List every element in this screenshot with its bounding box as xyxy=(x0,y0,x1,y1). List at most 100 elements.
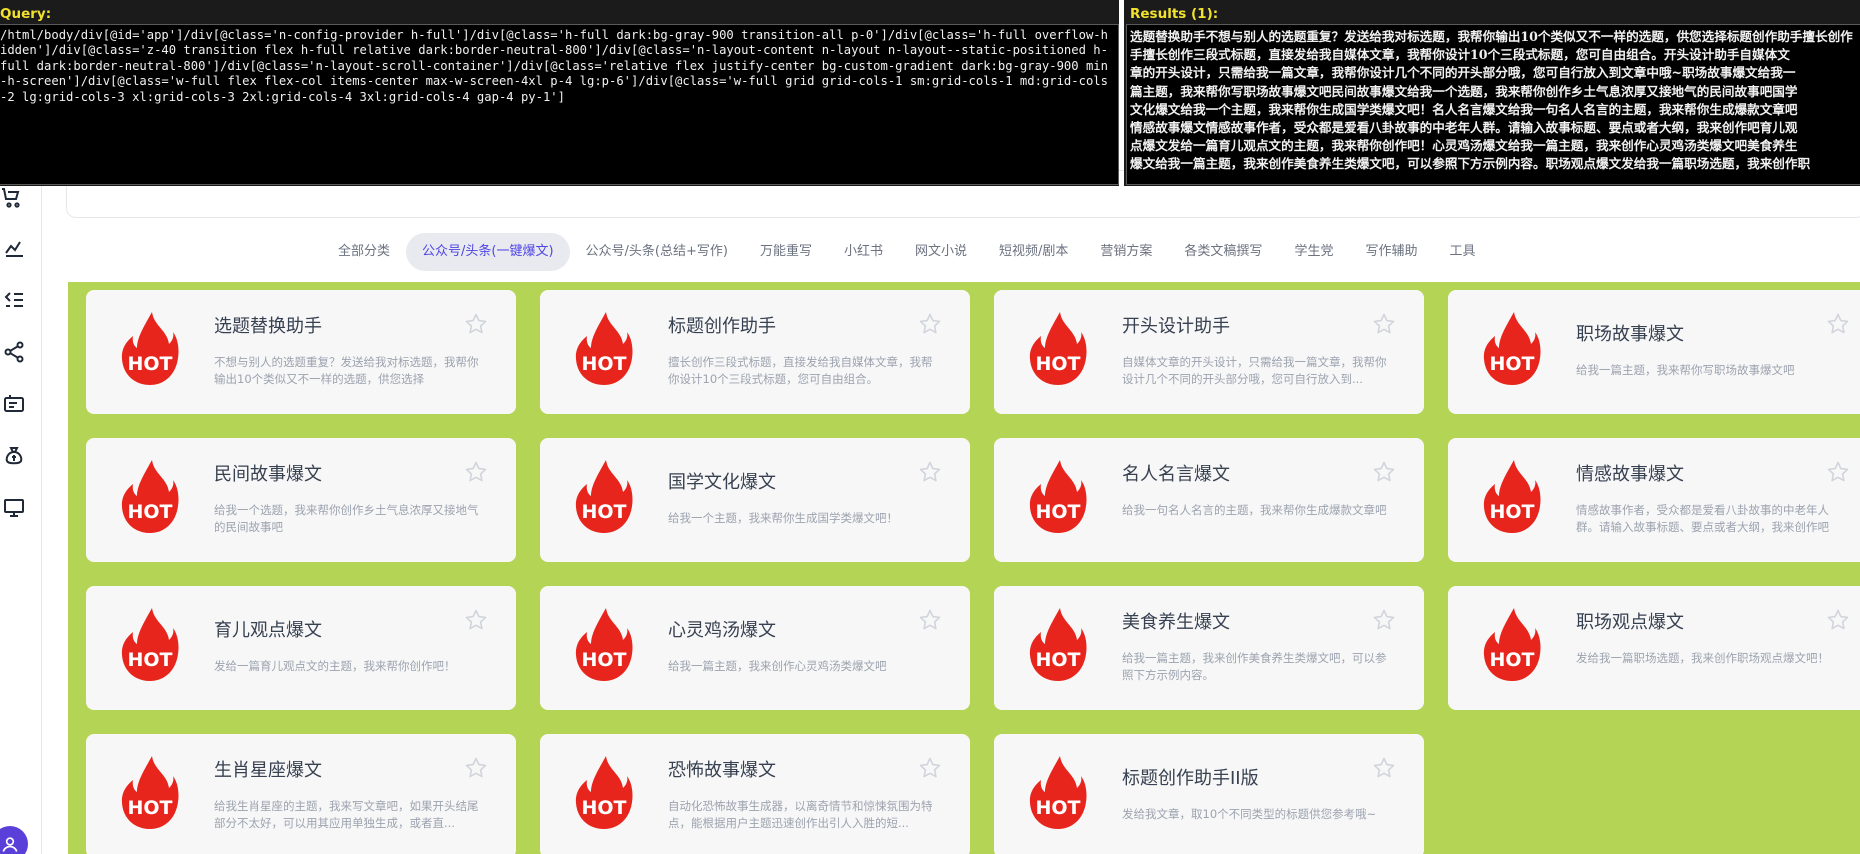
app-card-13[interactable]: HOT 恐怖故事爆文 自动化恐怖故事生成器，以离奇情节和惊悚氛围为特点，能根据用… xyxy=(540,734,970,854)
star-icon[interactable] xyxy=(464,608,488,632)
app-card-2[interactable]: HOT 开头设计助手 自媒体文章的开头设计，只需给我一篇文章，我帮你设计几个不同… xyxy=(994,290,1424,414)
tab-7[interactable]: 营销方案 xyxy=(1084,233,1168,271)
hot-fire-icon: HOT xyxy=(575,460,633,533)
card-title: 职场观点爆文 xyxy=(1576,612,1684,633)
results-line: 篇主题，我来帮你写职场故事爆文吧民间故事爆文给我一个选题，我来帮你创作乡土气息浓… xyxy=(1130,83,1798,99)
card-title: 情感故事爆文 xyxy=(1576,464,1684,485)
hot-fire-icon: HOT xyxy=(1029,312,1087,385)
tab-11[interactable]: 工具 xyxy=(1433,233,1491,271)
card-title: 标题创作助手 xyxy=(668,316,776,337)
user-icon xyxy=(2,837,18,852)
card-description: 情感故事作者，受众都是爱看八卦故事的中老年人群。请输入故事标题、要点或者大纲，我… xyxy=(1576,503,1829,534)
cart-icon[interactable] xyxy=(0,184,28,212)
star-icon[interactable] xyxy=(1372,460,1396,484)
app-card-6[interactable]: HOT 名人名言爆文 给我一句名人名言的主题，我来帮你生成爆款文章吧 xyxy=(994,438,1424,562)
share-icon[interactable] xyxy=(0,338,28,366)
list-icon[interactable] xyxy=(0,286,28,314)
hot-badge-text: HOT xyxy=(581,797,626,819)
star-icon[interactable] xyxy=(1372,756,1396,780)
tab-6[interactable]: 短视频/剧本 xyxy=(983,233,1084,271)
hot-fire-icon: HOT xyxy=(121,460,179,533)
star-icon[interactable] xyxy=(1372,608,1396,632)
hot-badge-text: HOT xyxy=(127,353,172,375)
hot-badge-text: HOT xyxy=(1035,649,1080,671)
app-card-3[interactable]: HOT 职场故事爆文 给我一篇主题，我来帮你写职场故事爆文吧 xyxy=(1448,290,1860,414)
money-bag-icon[interactable] xyxy=(0,442,28,470)
hot-badge-text: HOT xyxy=(1035,353,1080,375)
tab-9[interactable]: 学生党 xyxy=(1278,233,1349,271)
card-description: 给我生肖星座的主题，我来写文章吧，如果开头结尾部分不太好，可以用其应用单独生成，… xyxy=(214,799,479,830)
hot-badge-text: HOT xyxy=(581,353,626,375)
app-card-9[interactable]: HOT 心灵鸡汤爆文 给我一篇主题，我来创作心灵鸡汤类爆文吧 xyxy=(540,586,970,710)
star-icon[interactable] xyxy=(918,460,942,484)
tab-0[interactable]: 全部分类 xyxy=(322,233,406,271)
hot-fire-icon: HOT xyxy=(1029,608,1087,681)
results-text: 选题替换助手不想与别人的选题重复？发送给我对标选题，我帮你输出10个类似又不一样… xyxy=(1130,28,1860,174)
tab-3[interactable]: 万能重写 xyxy=(744,233,828,271)
app-card-10[interactable]: HOT 美食养生爆文 给我一篇主题，我来创作美食养生类爆文吧，可以参照下方示例内… xyxy=(994,586,1424,710)
app-card-1[interactable]: HOT 标题创作助手 擅长创作三段式标题，直接发给我自媒体文章，我帮你设计10个… xyxy=(540,290,970,414)
ticket-icon[interactable] xyxy=(0,390,28,418)
monitor-icon[interactable] xyxy=(0,494,28,522)
app-card-0[interactable]: HOT 选题替换助手 不想与别人的选题重复？发送给我对标选题，我帮你输出10个类… xyxy=(86,290,516,414)
hot-badge-text: HOT xyxy=(581,649,626,671)
hot-badge-text: HOT xyxy=(127,797,172,819)
star-icon[interactable] xyxy=(1372,312,1396,336)
hot-fire-icon: HOT xyxy=(1483,608,1541,681)
card-description: 发给我文章，取10个不同类型的标题供您参考哦~ xyxy=(1122,807,1377,821)
chart-icon[interactable] xyxy=(0,234,28,262)
hot-badge-text: HOT xyxy=(1489,353,1534,375)
card-title: 名人名言爆文 xyxy=(1122,464,1230,485)
app-card-8[interactable]: HOT 育儿观点爆文 发给一篇育儿观点文的主题，我来帮你创作吧！ xyxy=(86,586,516,710)
results-line: 文化爆文给我一个主题，我来帮你生成国学类爆文吧！名人名言爆文给我一句名人名言的主… xyxy=(1130,101,1798,117)
card-title: 恐怖故事爆文 xyxy=(668,760,776,781)
card-description: 给我一篇主题，我来帮你写职场故事爆文吧 xyxy=(1576,363,1795,377)
card-title: 职场故事爆文 xyxy=(1576,324,1684,345)
hot-badge-text: HOT xyxy=(1489,501,1534,523)
category-tabs: 全部分类 公众号/头条(一键爆文) 公众号/头条(总结+写作) 万能重写 小红书 网文小说… xyxy=(322,233,1491,271)
hot-fire-icon: HOT xyxy=(1483,460,1541,533)
hot-badge-text: HOT xyxy=(581,501,626,523)
results-line: 情感故事爆文情感故事作者，受众都是爱看八卦故事的中老年人群。请输入故事标题、要点… xyxy=(1130,120,1798,136)
results-line: 爆文给我一篇主题，我来创作美食养生类爆文吧，可以参照下方示例内容。职场观点爆文发… xyxy=(1130,156,1811,172)
user-avatar[interactable] xyxy=(0,826,28,854)
tab-8[interactable]: 各类文稿撰写 xyxy=(1168,233,1278,271)
hot-badge-text: HOT xyxy=(1035,501,1080,523)
app-card-5[interactable]: HOT 国学文化爆文 给我一个主题，我来帮你生成国学类爆文吧！ xyxy=(540,438,970,562)
app-card-grid: HOT 选题替换助手 不想与别人的选题重复？发送给我对标选题，我帮你输出10个类… xyxy=(68,282,1860,854)
tab-2[interactable]: 公众号/头条(总结+写作) xyxy=(570,233,744,271)
results-panel: Results (1): 选题替换助手不想与别人的选题重复？发送给我对标选题，我… xyxy=(1124,0,1860,186)
app-card-7[interactable]: HOT 情感故事爆文 情感故事作者，受众都是爱看八卦故事的中老年人群。请输入故事… xyxy=(1448,438,1860,562)
card-description: 给我一个主题，我来帮你生成国学类爆文吧！ xyxy=(668,511,898,525)
app-card-11[interactable]: HOT 职场观点爆文 发给我一篇职场选题，我来创作职场观点爆文吧！ xyxy=(1448,586,1860,710)
card-description: 擅长创作三段式标题，直接发给我自媒体文章，我帮你设计10个三段式标题，您可自由组… xyxy=(668,355,933,386)
star-icon[interactable] xyxy=(464,312,488,336)
app-card-12[interactable]: HOT 生肖星座爆文 给我生肖星座的主题，我来写文章吧，如果开头结尾部分不太好，… xyxy=(86,734,516,854)
tab-1[interactable]: 公众号/头条(一键爆文) xyxy=(406,233,570,271)
query-text: /html/body/div[@id='app']/div[@class='n-… xyxy=(0,28,1108,104)
star-icon[interactable] xyxy=(464,460,488,484)
hot-fire-icon: HOT xyxy=(121,756,179,829)
results-label: Results (1): xyxy=(1130,6,1219,22)
star-icon[interactable] xyxy=(918,608,942,632)
star-icon[interactable] xyxy=(1826,312,1850,336)
card-title: 标题创作助手II版 xyxy=(1122,768,1259,789)
tab-5[interactable]: 网文小说 xyxy=(899,233,983,271)
star-icon[interactable] xyxy=(918,312,942,336)
star-icon[interactable] xyxy=(1826,460,1850,484)
card-title: 美食养生爆文 xyxy=(1122,612,1230,633)
app-card-14[interactable]: HOT 标题创作助手II版 发给我文章，取10个不同类型的标题供您参考哦~ xyxy=(994,734,1424,854)
hot-badge-text: HOT xyxy=(127,649,172,671)
tab-10[interactable]: 写作辅助 xyxy=(1349,233,1433,271)
hot-badge-text: HOT xyxy=(127,501,172,523)
star-icon[interactable] xyxy=(1826,608,1850,632)
tab-4[interactable]: 小红书 xyxy=(828,233,899,271)
star-icon[interactable] xyxy=(918,756,942,780)
query-label: Query: xyxy=(0,6,52,22)
card-description: 给我一句名人名言的主题，我来帮你生成爆款文章吧 xyxy=(1122,503,1387,517)
hot-fire-icon: HOT xyxy=(1029,460,1087,533)
hot-badge-text: HOT xyxy=(1489,649,1534,671)
card-title: 心灵鸡汤爆文 xyxy=(668,620,776,641)
app-card-4[interactable]: HOT 民间故事爆文 给我一个选题，我来帮你创作乡土气息浓厚又接地气的民间故事吧 xyxy=(86,438,516,562)
star-icon[interactable] xyxy=(464,756,488,780)
